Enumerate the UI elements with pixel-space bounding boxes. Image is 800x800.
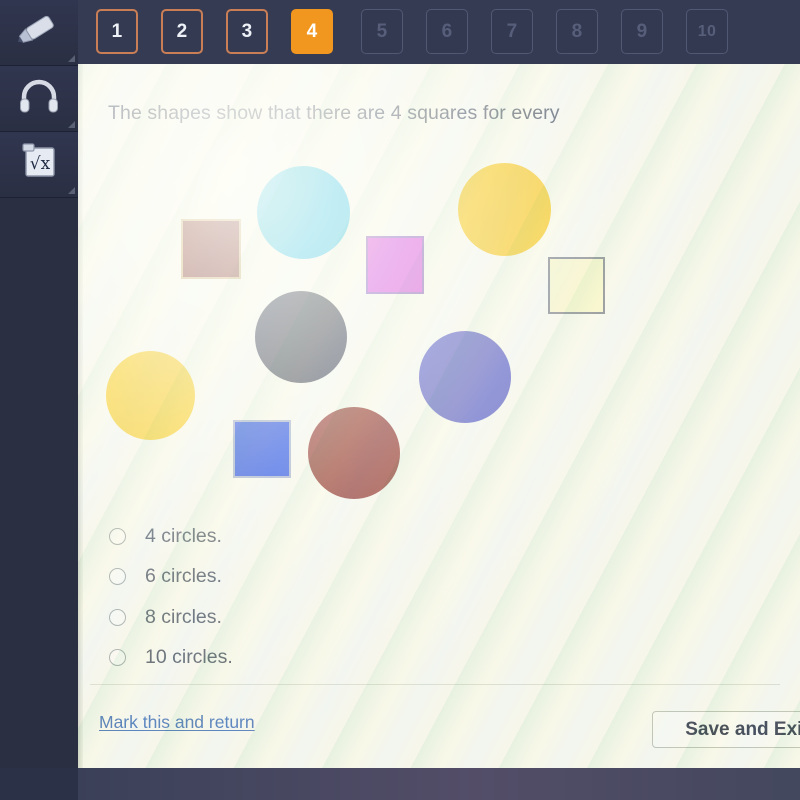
question-nav-button-6: 6 <box>426 9 468 54</box>
highlighter-tool[interactable] <box>0 0 78 66</box>
circle-dark-red <box>308 407 400 499</box>
square-magenta <box>366 236 424 294</box>
answer-option-label: 10 circles. <box>145 646 233 669</box>
question-nav-button-3[interactable]: 3 <box>226 9 268 54</box>
circle-dark-navy <box>255 291 347 383</box>
question-nav-button-7: 7 <box>491 9 533 54</box>
bottom-strip-sheen <box>78 768 800 800</box>
save-and-exit-button[interactable]: Save and Exit <box>652 711 800 748</box>
tool-rail: √x <box>0 0 78 800</box>
circle-cyan <box>257 166 350 259</box>
question-nav-button-2[interactable]: 2 <box>161 9 203 54</box>
question-nav-button-8: 8 <box>556 9 598 54</box>
answer-option-1[interactable]: 4 circles. <box>106 516 626 557</box>
question-nav-button-5: 5 <box>361 9 403 54</box>
square-pale-yellow <box>548 257 605 314</box>
circle-indigo <box>419 331 511 423</box>
svg-text:√x: √x <box>30 154 51 174</box>
question-nav-button-1[interactable]: 1 <box>96 9 138 54</box>
mark-this-and-return-link[interactable]: Mark this and return <box>99 712 255 733</box>
radio-button-icon[interactable] <box>109 649 126 667</box>
square-blue <box>233 420 291 478</box>
square-dark-red <box>181 219 241 279</box>
question-nav-button-10: 10 <box>686 9 728 54</box>
radio-button-icon[interactable] <box>109 527 126 545</box>
headphones-icon <box>17 78 61 119</box>
audio-tool[interactable] <box>0 66 78 132</box>
question-card: The shapes show that there are 4 squares… <box>78 64 800 768</box>
answer-option-4[interactable]: 10 circles. <box>106 638 626 679</box>
tool-rail-filler <box>0 198 78 800</box>
footer-divider <box>90 684 780 685</box>
square-root-calculator-icon: √x <box>17 141 61 188</box>
radio-button-icon[interactable] <box>109 608 126 626</box>
answer-option-2[interactable]: 6 circles. <box>106 557 626 598</box>
answer-option-label: 4 circles. <box>145 524 222 547</box>
circle-yellow-left <box>106 351 195 440</box>
answer-option-3[interactable]: 8 circles. <box>106 597 626 638</box>
answer-option-label: 6 circles. <box>145 565 222 588</box>
question-nav-button-9: 9 <box>621 9 663 54</box>
question-nav: 1 2 3 4 5 6 7 8 9 10 <box>78 0 800 64</box>
highlighter-pencil-icon <box>16 10 62 55</box>
app-root: √x 1 2 3 4 5 6 7 8 9 10 The shapes show that ther… <box>0 0 800 800</box>
circle-yellow-top <box>458 163 551 256</box>
answer-options: 4 circles. 6 circles. 8 circles. 10 circles… <box>106 516 626 678</box>
answer-option-label: 8 circles. <box>145 605 222 628</box>
calculator-tool[interactable]: √x <box>0 132 78 198</box>
radio-button-icon[interactable] <box>109 568 126 586</box>
question-nav-button-4[interactable]: 4 <box>291 9 333 54</box>
